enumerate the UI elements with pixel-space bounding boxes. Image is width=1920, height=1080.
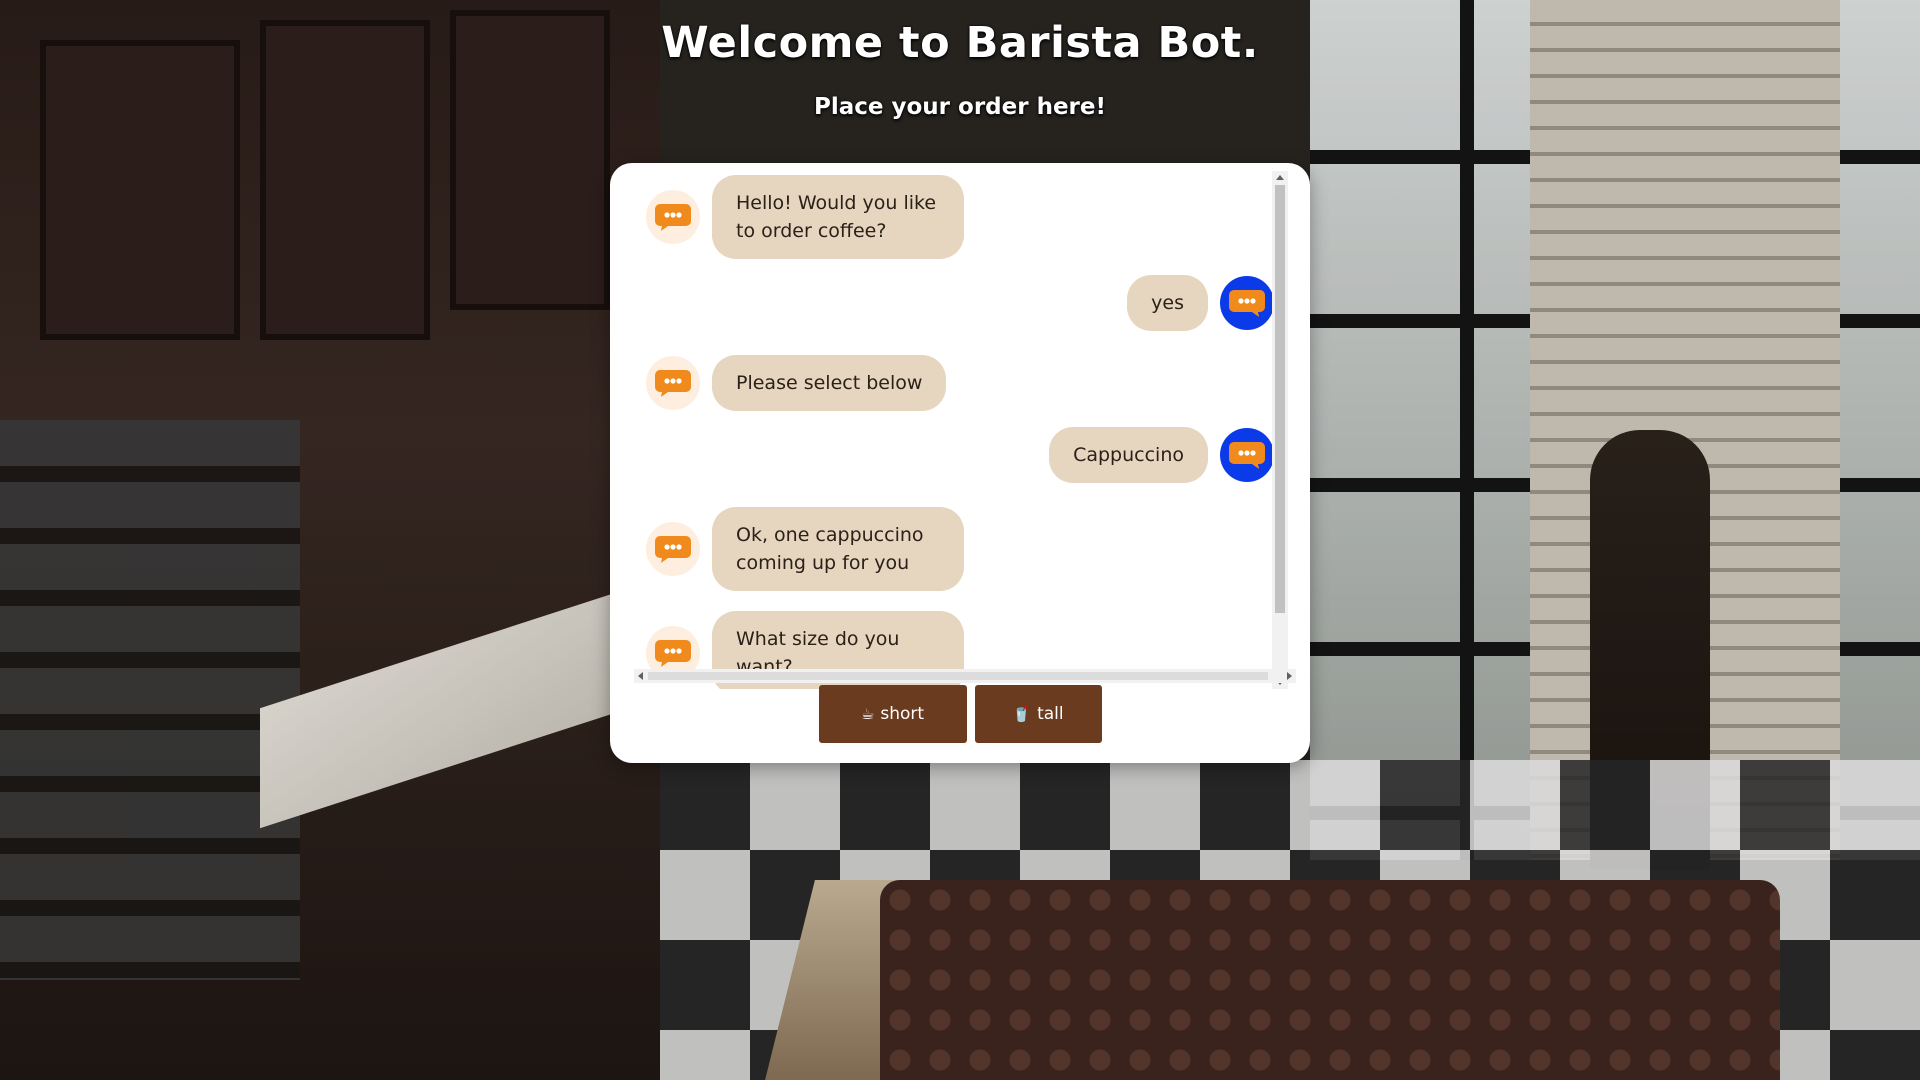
tall-cup-icon: 🥤 [1012,705,1032,723]
chat-bubble-icon [655,370,691,397]
scroll-up-arrow-icon[interactable] [1276,175,1284,180]
tall-size-button[interactable]: 🥤 tall [974,685,1102,743]
scroll-right-arrow-icon[interactable] [1287,672,1292,680]
message-bubble: Hello! Would you like to order coffee? [712,175,964,259]
horizontal-scrollbar[interactable] [634,669,1296,683]
bot-message: Hello! Would you like to order coffee? [646,175,964,259]
chat-bubble-icon [655,536,691,563]
chat-messages-area[interactable]: Hello! Would you like to order coffee? y… [634,171,1296,689]
message-bubble: yes [1127,275,1208,331]
vertical-scroll-thumb[interactable] [1275,185,1285,613]
button-label: short [880,704,925,724]
chat-bubble-icon [655,204,691,231]
bot-avatar [646,356,700,410]
short-size-button[interactable]: ☕ short [818,685,967,743]
page-subtitle: Place your order here! [814,94,1106,120]
bot-message: Ok, one cappuccino coming up for you [646,507,964,591]
user-message: Cappuccino [1049,427,1274,483]
user-avatar [1220,428,1274,482]
scroll-left-arrow-icon[interactable] [638,672,643,680]
message-bubble: Cappuccino [1049,427,1208,483]
bot-avatar [646,522,700,576]
button-label: tall [1037,704,1064,724]
bot-message: Please select below [646,355,947,411]
chat-window: Hello! Would you like to order coffee? y… [610,163,1310,763]
bot-avatar [646,190,700,244]
message-bubble: Please select below [712,355,947,411]
chat-bubble-icon [1229,442,1265,469]
chat-bubble-icon [1229,290,1265,317]
message-bubble: Ok, one cappuccino coming up for you [712,507,964,591]
chat-bubble-icon [655,640,691,667]
coffee-cup-icon: ☕ [860,705,875,723]
user-avatar [1220,276,1274,330]
vertical-scrollbar[interactable] [1272,171,1288,689]
page-title: Welcome to Barista Bot. [661,18,1259,68]
horizontal-scroll-thumb[interactable] [648,672,1268,680]
quick-reply-buttons: ☕ short 🥤 tall [610,685,1310,743]
user-message: yes [1127,275,1274,331]
